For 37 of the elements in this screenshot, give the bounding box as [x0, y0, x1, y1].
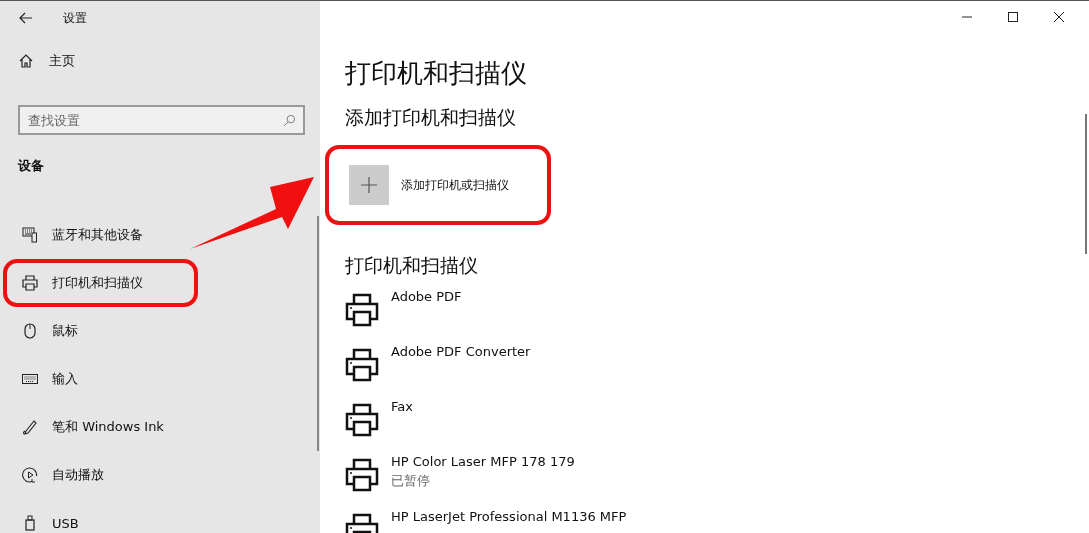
home-icon: [18, 53, 34, 69]
pen-icon: [22, 419, 38, 435]
printer-icon: [345, 348, 379, 382]
back-arrow-icon[interactable]: [19, 12, 33, 24]
plus-icon: [361, 177, 377, 193]
section-heading: 添加打印机和扫描仪: [345, 105, 517, 130]
add-printer-button[interactable]: 添加打印机或扫描仪: [325, 145, 551, 225]
nav-item[interactable]: 笔和 Windows Ink: [3, 403, 198, 451]
printer-item[interactable]: Adobe PDF: [345, 285, 1089, 340]
printer-item[interactable]: HP LaserJet Professional M1136 MFP: [345, 505, 1089, 533]
printer-item[interactable]: HP Color Laser MFP 178 179 已暂停: [345, 450, 1089, 505]
printer-icon: [345, 458, 379, 492]
section-heading: 打印机和扫描仪: [345, 253, 479, 278]
printer-item[interactable]: Adobe PDF Converter: [345, 340, 1089, 395]
autoplay-icon: [22, 467, 38, 483]
keyboard-remote-icon: [22, 227, 38, 243]
home-link[interactable]: 主页: [18, 41, 305, 81]
printer-icon: [22, 275, 38, 291]
search-field[interactable]: 查找设置: [18, 105, 305, 135]
section-heading: 设备: [18, 157, 45, 175]
page-title: 打印机和扫描仪: [345, 57, 528, 90]
window-title: 设置: [63, 9, 87, 27]
mouse-icon: [22, 323, 38, 339]
printer-icon: [345, 293, 379, 327]
usb-icon: [22, 515, 38, 531]
nav-item[interactable]: 鼠标: [3, 307, 198, 355]
nav-item[interactable]: USB: [3, 499, 198, 533]
maximize-icon[interactable]: [1008, 12, 1018, 22]
nav-item[interactable]: 蓝牙和其他设备: [3, 211, 198, 259]
search-icon: [283, 114, 296, 127]
close-icon[interactable]: [1054, 12, 1064, 22]
printer-icon: [345, 403, 379, 437]
printer-item[interactable]: Fax: [345, 395, 1089, 450]
nav-item[interactable]: 自动播放: [3, 451, 198, 499]
keyboard-icon: [22, 374, 38, 384]
nav-item[interactable]: 输入: [3, 355, 198, 403]
nav-item[interactable]: 打印机和扫描仪: [3, 259, 198, 307]
